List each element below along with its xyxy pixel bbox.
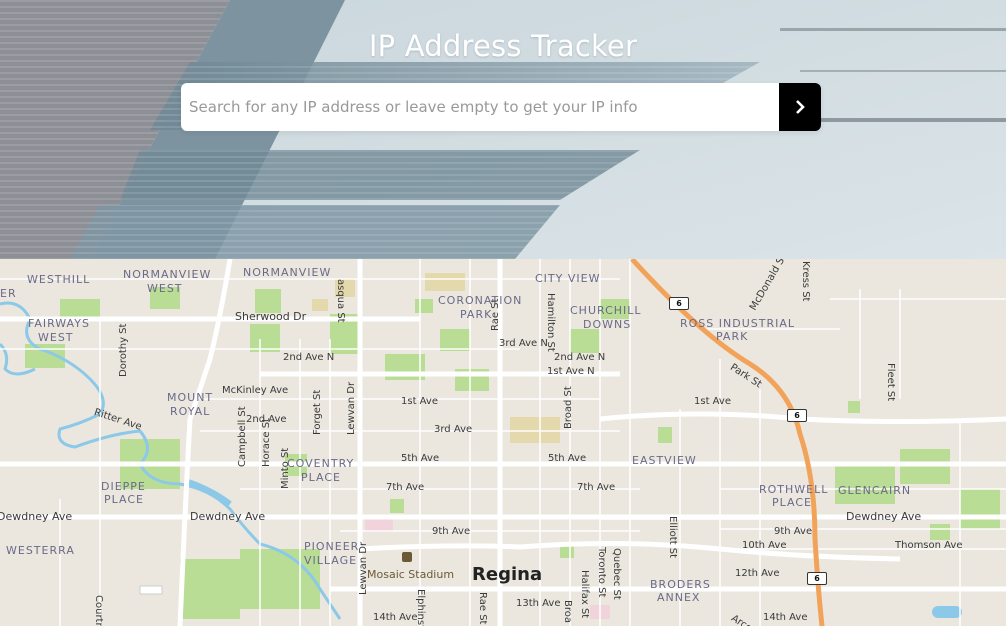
neighborhood-label: NORMANVIEW	[123, 268, 212, 281]
street-label: 7th Ave	[386, 482, 425, 493]
street-label: Campbell St	[237, 406, 248, 467]
street-label: 13th Ave	[516, 598, 561, 609]
street-label: Horace St	[261, 418, 272, 467]
street-label: Halifax St	[579, 570, 590, 619]
street-label: Rae St	[490, 298, 501, 331]
street-label: 9th Ave	[774, 526, 813, 537]
neighborhood-label: CHURCHILL	[570, 304, 642, 317]
street-label: Dorothy St	[118, 323, 129, 377]
page-title: IP Address Tracker	[368, 29, 638, 63]
street-label: Minto St	[280, 447, 291, 489]
street-label: Elliott St	[667, 516, 678, 559]
street-label: 5th Ave	[548, 453, 587, 464]
neighborhood-label: COVENTRY	[287, 457, 355, 470]
neighborhood-label: CITY VIEW	[535, 272, 601, 285]
street-label: 7th Ave	[577, 482, 616, 493]
street-label: 2nd Ave N	[554, 352, 606, 363]
street-label: 3rd Ave	[434, 424, 473, 435]
ip-search-input[interactable]	[181, 83, 779, 131]
street-label: Fleet St	[885, 363, 896, 402]
street-label: Elphinst	[415, 589, 426, 626]
street-label: Rae St	[477, 592, 488, 625]
neighborhood-label: WESTERRA	[6, 544, 75, 557]
street-label: Quebec St	[611, 548, 622, 600]
street-label: 10th Ave	[742, 540, 787, 551]
neighborhood-label: EASTVIEW	[632, 454, 697, 467]
street-label: Sherwood Dr	[235, 310, 307, 323]
street-label: McKinley Ave	[222, 385, 289, 396]
street-label: 1st Ave N	[547, 366, 595, 377]
neighborhood-label: PLACE	[104, 493, 144, 506]
street-label: 14th Ave	[763, 612, 808, 623]
neighborhood-label: FAIRWAYS	[28, 317, 90, 330]
street-label: Dewdney Ave	[0, 510, 73, 523]
neighborhood-label: WESTHILL	[27, 273, 91, 286]
hero-header: IP Address Tracker	[0, 0, 1006, 259]
street-label: 9th Ave	[432, 526, 471, 537]
street-label: Kress St	[800, 261, 811, 302]
search-submit-button[interactable]	[779, 83, 821, 131]
street-label: asqua St	[335, 279, 346, 323]
street-label: 12th Ave	[735, 568, 780, 579]
neighborhood-label: ANNEX	[657, 591, 701, 604]
neighborhood-label: PLACE	[772, 496, 812, 509]
neighborhood-label: WEST	[38, 331, 74, 344]
street-label: Toronto St	[596, 547, 607, 598]
street-label: 2nd Ave N	[283, 352, 335, 363]
map[interactable]: 6 6 6 WESTHILL NORMANVIEW WEST NORMANVIE…	[0, 259, 1006, 626]
neighborhood-label: PLACE	[301, 471, 341, 484]
neighborhood-label: PIONEER	[304, 540, 360, 553]
city-label: Regina	[472, 564, 543, 585]
street-label: 1st Ave	[401, 396, 438, 407]
neighborhood-label: PARK	[716, 330, 749, 343]
neighborhood-label: DOWNS	[583, 318, 632, 331]
street-label: Forget St	[312, 389, 323, 435]
neighborhood-label: CORONATION	[438, 294, 523, 307]
neighborhood-label: NORMANVIEW	[243, 266, 332, 279]
street-label: 1st Ave	[694, 396, 731, 407]
street-label: 14th Ave	[373, 612, 418, 623]
neighborhood-label: VILLAGE	[304, 554, 358, 567]
highway-shield: 6	[669, 297, 689, 310]
street-label: 3rd Ave N	[499, 338, 548, 349]
neighborhood-label: WEST	[147, 282, 183, 295]
street-label: Lewvan Dr	[346, 381, 357, 435]
neighborhood-label: GLENCAIRN	[838, 484, 912, 497]
neighborhood-label: MOUNT	[167, 391, 214, 404]
street-label: Lewvan Dr	[358, 541, 369, 595]
street-label: Hamilton St	[545, 293, 556, 352]
street-label: Dewdney Ave	[190, 510, 266, 523]
neighborhood-label: ROYAL	[170, 405, 211, 418]
highway-shield: 6	[787, 409, 807, 422]
chevron-right-icon	[796, 100, 805, 114]
neighborhood-label: ER	[0, 287, 17, 300]
street-label: Thomson Ave	[895, 540, 963, 551]
street-label: Broa	[562, 600, 573, 623]
poi-label: Mosaic Stadium	[367, 568, 455, 581]
street-label: Broad St	[563, 386, 574, 429]
street-label: Dewdney Ave	[846, 510, 922, 523]
highway-shield: 6	[807, 572, 827, 585]
street-label: 5th Ave	[401, 453, 440, 464]
stadium-icon	[402, 552, 412, 562]
street-label: Courtn	[93, 595, 104, 626]
search-form	[181, 83, 821, 131]
neighborhood-label: PARK	[460, 308, 493, 321]
